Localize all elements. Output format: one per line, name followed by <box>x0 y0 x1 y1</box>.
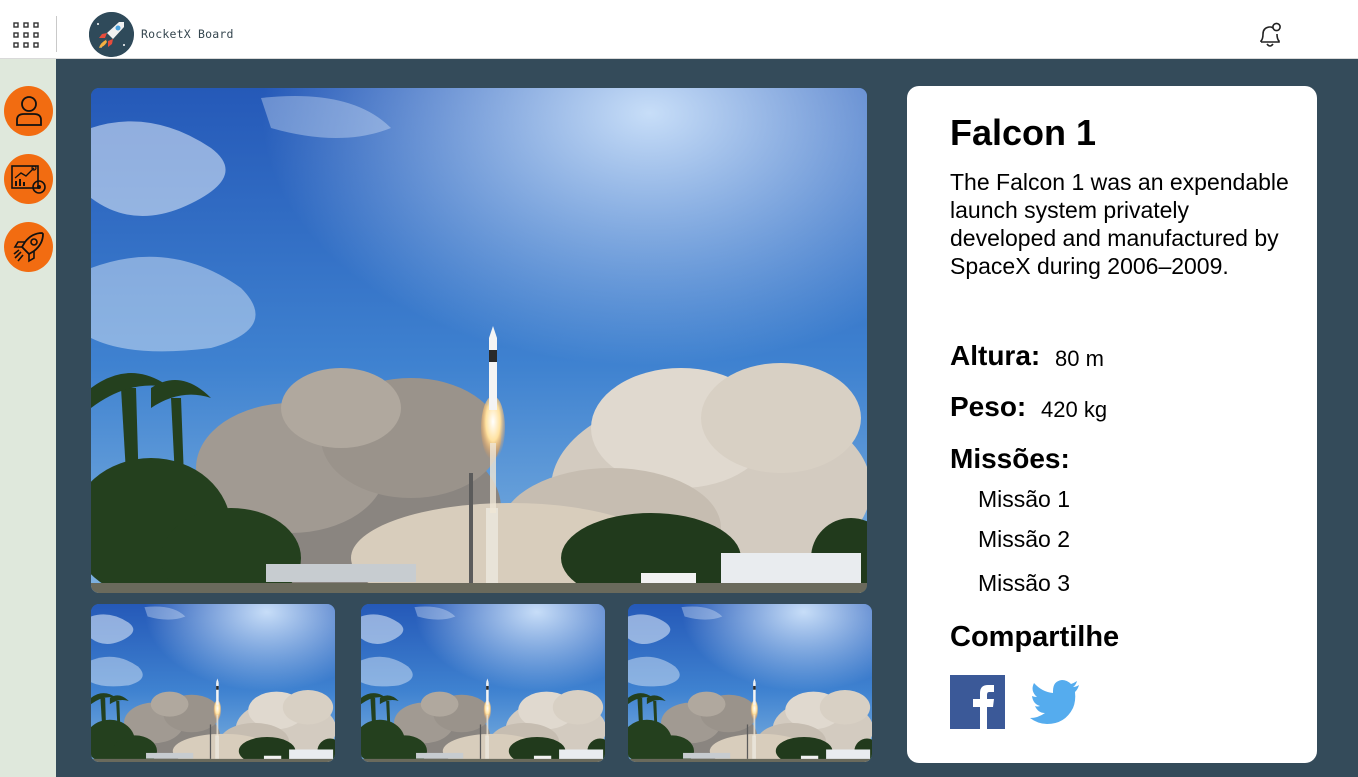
height-label: Altura: <box>950 340 1041 371</box>
thumbnail-3[interactable] <box>628 604 872 762</box>
main-content: Falcon 1 The Falcon 1 was an expendable … <box>56 59 1358 777</box>
rocket-description: The Falcon 1 was an expendable launch sy… <box>950 169 1289 279</box>
mission-item[interactable]: Missão 1 <box>978 486 1070 513</box>
analytics-report-icon <box>10 162 48 196</box>
thumbnail-2[interactable] <box>361 604 605 762</box>
rocket-icon <box>12 230 46 264</box>
header-divider <box>56 16 57 52</box>
thumbnail-1[interactable] <box>91 604 335 762</box>
user-icon <box>15 95 43 127</box>
brand-name: RocketX Board <box>141 27 234 41</box>
missions-label: Missões: <box>950 443 1070 474</box>
twitter-icon[interactable] <box>1029 679 1081 725</box>
weight-value: 420 kg <box>1041 397 1108 422</box>
rocketx-logo[interactable] <box>89 12 134 57</box>
sidebar-item-user[interactable] <box>4 86 53 136</box>
apps-grid-icon[interactable] <box>13 22 39 48</box>
weight-label: Peso: <box>950 391 1027 422</box>
facebook-icon[interactable] <box>950 675 1005 729</box>
rocket-info-card: Falcon 1 The Falcon 1 was an expendable … <box>907 86 1317 763</box>
mission-item[interactable]: Missão 2 <box>978 526 1070 553</box>
height-value: 80 m <box>1055 346 1104 371</box>
top-bar: RocketX Board <box>0 0 1358 59</box>
sidebar-item-rockets[interactable] <box>4 222 53 272</box>
rocket-launch-photo <box>91 88 867 593</box>
share-heading: Compartilhe <box>950 621 1120 653</box>
sidebar <box>0 59 56 777</box>
mission-item[interactable]: Missão 3 <box>978 570 1070 597</box>
sidebar-item-dashboard[interactable] <box>4 154 53 204</box>
bell-icon[interactable] <box>1255 20 1285 50</box>
rocket-name: Falcon 1 <box>950 112 1097 153</box>
